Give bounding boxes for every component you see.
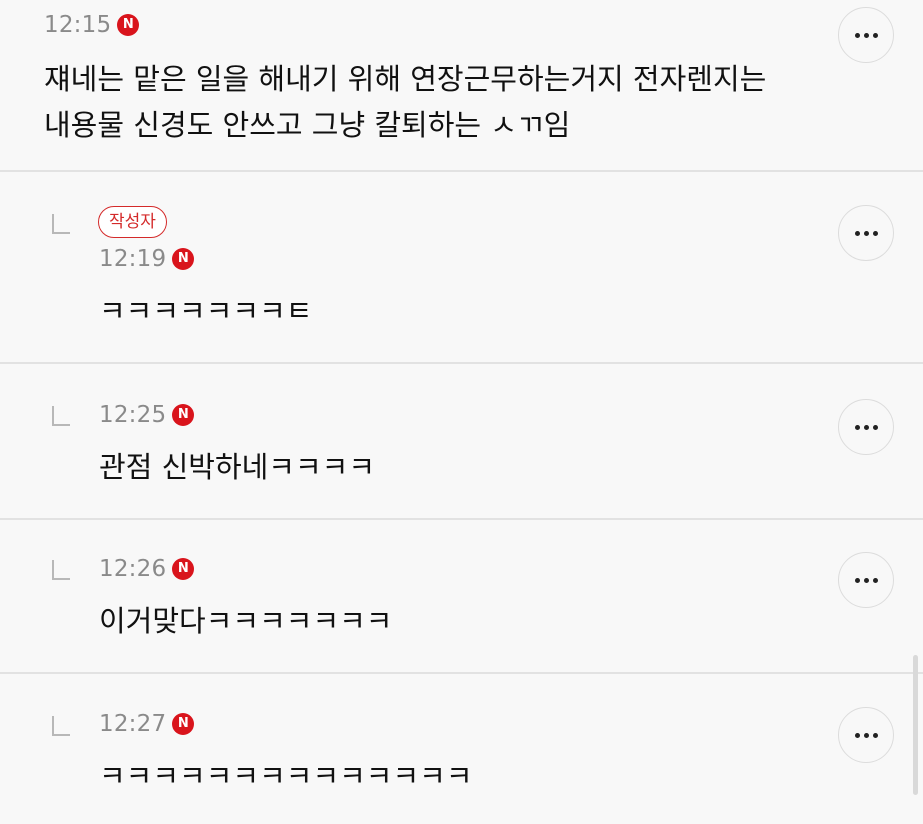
comment-meta: 12:25 N: [99, 402, 195, 428]
reply-arrow-icon: [52, 406, 70, 426]
author-badge: 작성자: [98, 206, 167, 238]
comment-text: ㅋㅋㅋㅋㅋㅋㅋㅌ: [99, 294, 313, 328]
more-options-button[interactable]: [838, 707, 894, 763]
comment-meta: 12:15 N: [44, 12, 140, 38]
reply-arrow-icon: [52, 214, 70, 234]
comment-text: 관점 신박하네ㅋㅋㅋㅋ: [99, 450, 376, 484]
comment-meta: 12:19 N: [99, 246, 195, 272]
comment-thread: 12:15 N 쟤네는 맡은 일을 해내기 위해 연장근무하는거지 전자렌지는 …: [0, 0, 923, 824]
comment-text: 이거맞다ㅋㅋㅋㅋㅋㅋㅋ: [99, 604, 393, 638]
reply-item: 12:26 N 이거맞다ㅋㅋㅋㅋㅋㅋㅋ: [0, 520, 923, 674]
comment-item: 12:15 N 쟤네는 맡은 일을 해내기 위해 연장근무하는거지 전자렌지는 …: [0, 0, 923, 172]
comment-meta: 12:27 N: [99, 711, 195, 737]
scrollbar[interactable]: [913, 655, 918, 795]
more-horizontal-icon: [854, 732, 860, 738]
reply-item: 작성자 12:19 N ㅋㅋㅋㅋㅋㅋㅋㅌ: [0, 172, 923, 364]
new-badge-icon: N: [172, 713, 195, 735]
more-options-button[interactable]: [838, 552, 894, 608]
reply-item: 12:25 N 관점 신박하네ㅋㅋㅋㅋ: [0, 364, 923, 520]
more-options-button[interactable]: [838, 7, 894, 63]
new-badge-icon: N: [172, 404, 195, 426]
comment-time: 12:25: [99, 402, 167, 428]
comment-time: 12:26: [99, 556, 167, 582]
more-horizontal-icon: [854, 32, 860, 38]
comment-meta: 12:26 N: [99, 556, 195, 582]
reply-arrow-icon: [52, 716, 70, 736]
reply-item: 12:27 N ㅋㅋㅋㅋㅋㅋㅋㅋㅋㅋㅋㅋㅋㅋ: [0, 674, 923, 824]
comment-time: 12:27: [99, 711, 167, 737]
reply-arrow-icon: [52, 560, 70, 580]
new-badge-icon: N: [172, 248, 195, 270]
more-horizontal-icon: [854, 577, 860, 583]
comment-time: 12:19: [99, 246, 167, 272]
more-options-button[interactable]: [838, 399, 894, 455]
new-badge-icon: N: [172, 558, 195, 580]
more-horizontal-icon: [854, 424, 860, 430]
more-options-button[interactable]: [838, 205, 894, 261]
more-horizontal-icon: [854, 230, 860, 236]
comment-text: 쟤네는 맡은 일을 해내기 위해 연장근무하는거지 전자렌지는 내용물 신경도 …: [44, 62, 767, 142]
comment-time: 12:15: [44, 12, 112, 38]
new-badge-icon: N: [117, 14, 140, 36]
comment-text: ㅋㅋㅋㅋㅋㅋㅋㅋㅋㅋㅋㅋㅋㅋ: [99, 759, 473, 793]
